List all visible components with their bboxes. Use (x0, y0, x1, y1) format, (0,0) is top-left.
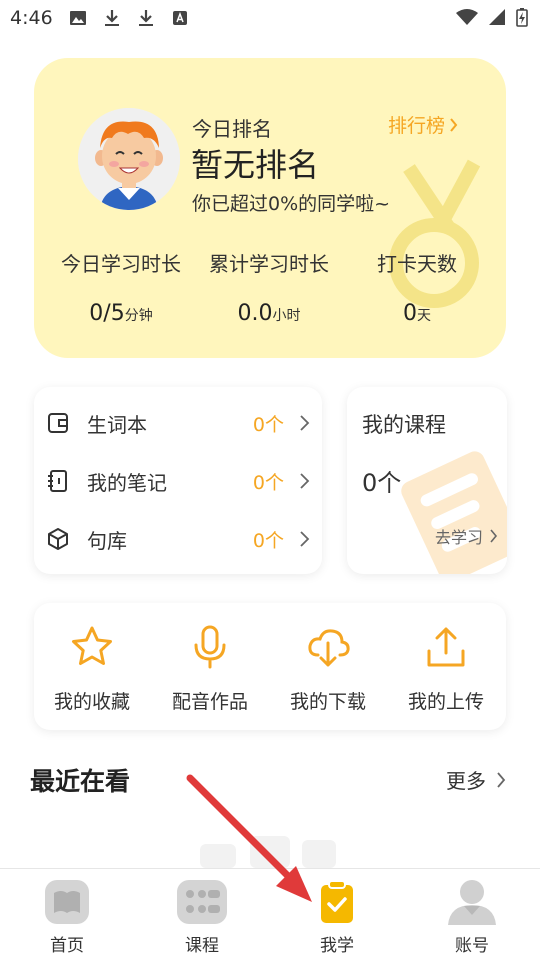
download-icon (136, 8, 156, 28)
action-favorites[interactable]: 我的收藏 (37, 623, 147, 714)
list-item-count: 0个 (252, 529, 284, 552)
course-count: 0个 (362, 469, 402, 497)
nav-label: 账号 (455, 936, 489, 956)
action-uploads[interactable]: 我的上传 (391, 623, 501, 714)
stat-today-time: 今日学习时长 0/5分钟 (58, 248, 184, 326)
chevron-right-icon (490, 529, 498, 543)
stat-unit: 小时 (272, 308, 301, 324)
recent-section-title: 最近在看 (30, 767, 131, 796)
more-label: 更多 (446, 769, 486, 793)
stat-label: 累计学习时长 (209, 252, 329, 276)
avatar[interactable] (78, 108, 180, 210)
upload-icon (427, 627, 465, 667)
stat-unit: 分钟 (124, 308, 153, 324)
chevron-right-icon (300, 531, 310, 547)
user-icon (448, 880, 496, 925)
course-decoration-icon (401, 451, 507, 574)
star-icon (72, 626, 112, 665)
download-icon (102, 8, 122, 28)
action-label: 我的下载 (289, 691, 366, 713)
status-time: 4:46 (10, 7, 53, 29)
go-study-label: 去学习 (435, 528, 484, 547)
box-icon (48, 528, 68, 550)
stat-number: 0.0 (237, 301, 273, 326)
book-icon (45, 880, 89, 924)
list-item-notes[interactable]: 我的笔记 0个 (34, 461, 322, 501)
leaderboard-label: 排行榜 (387, 115, 445, 137)
action-label: 我的上传 (407, 691, 484, 713)
nav-item-account[interactable]: 账号 (427, 879, 517, 956)
chevron-right-icon (300, 473, 310, 489)
nav-item-home[interactable]: 首页 (22, 879, 112, 956)
action-label: 我的收藏 (53, 691, 130, 713)
rank-description: 你已超过0%的同学啦~ (192, 193, 391, 215)
list-item-label: 句库 (87, 528, 127, 553)
list-item-label: 生词本 (87, 412, 147, 437)
list-item-label: 我的笔记 (87, 470, 167, 495)
more-link[interactable]: 更多 (446, 765, 506, 794)
cloud-download-icon (308, 629, 350, 667)
stat-label: 打卡天数 (377, 252, 457, 276)
nav-label: 课程 (185, 936, 219, 956)
list-item-count: 0个 (252, 471, 284, 494)
go-study-link[interactable]: 去学习 (435, 524, 498, 548)
wallet-icon (48, 413, 68, 433)
nav-label: 我学 (320, 936, 354, 956)
leaderboard-link[interactable]: 排行榜 (388, 111, 458, 138)
status-bar: 4:46 (0, 0, 540, 36)
notebook-icon (48, 470, 67, 492)
list-item-vocabulary[interactable]: 生词本 0个 (34, 403, 322, 443)
quick-actions-card: 我的收藏 配音作品 我的下载 我的上传 (34, 603, 506, 730)
signal-icon (488, 8, 506, 30)
chevron-right-icon (300, 415, 310, 431)
stat-number: 0 (403, 301, 417, 326)
app-a-icon (170, 8, 190, 28)
stat-total-time: 累计学习时长 0.0小时 (206, 248, 332, 326)
action-downloads[interactable]: 我的下载 (273, 623, 383, 714)
stat-value: 0天 (364, 301, 470, 326)
stat-number: 0/5 (89, 301, 125, 326)
stat-unit: 天 (417, 308, 431, 324)
action-label: 配音作品 (171, 691, 248, 713)
study-list-card: 生词本 0个 我的笔记 0个 句库 0个 (34, 387, 322, 574)
rank-title: 今日排名 (192, 117, 272, 141)
image-icon (68, 8, 88, 28)
list-item-count: 0个 (252, 413, 284, 436)
chevron-right-icon (497, 771, 506, 788)
rank-value: 暂无排名 (191, 146, 320, 184)
stat-label: 今日学习时长 (61, 252, 181, 276)
cartoon-boy-icon (78, 108, 180, 210)
stat-checkin-days: 打卡天数 0天 (364, 248, 470, 326)
nav-label: 首页 (50, 936, 84, 956)
wifi-icon (456, 8, 478, 30)
my-courses-card[interactable]: 我的课程 0个 去学习 (347, 387, 507, 574)
action-dubbing[interactable]: 配音作品 (155, 623, 265, 714)
course-card-title: 我的课程 (362, 413, 446, 437)
stat-value: 0/5分钟 (58, 301, 184, 326)
system-icons (456, 7, 528, 31)
microphone-icon (194, 625, 226, 669)
notification-icons (68, 8, 190, 28)
chevron-right-icon (450, 117, 458, 132)
battery-charging-icon (516, 7, 528, 31)
list-item-sentences[interactable]: 句库 0个 (34, 519, 322, 559)
annotation-arrow-icon (186, 774, 312, 902)
rank-card: 今日排名 暂无排名 你已超过0%的同学啦~ 排行榜 今日学习时长 0/5分钟 累… (34, 58, 506, 358)
stat-value: 0.0小时 (206, 301, 332, 326)
